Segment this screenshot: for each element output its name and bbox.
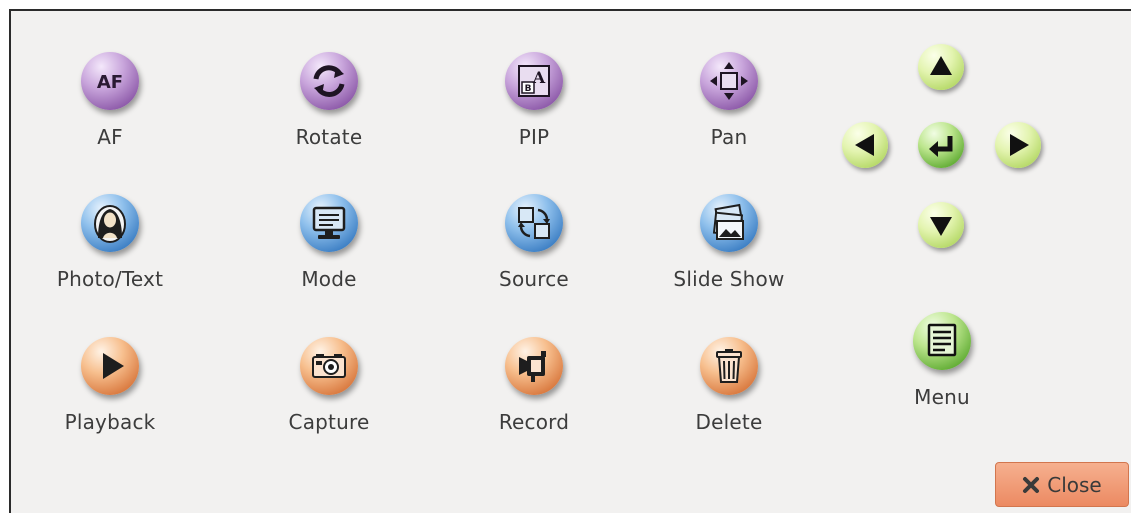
- monitor-icon: [300, 194, 358, 252]
- photo-text-button[interactable]: Photo/Text: [30, 194, 190, 304]
- menu-label: Menu: [914, 385, 970, 409]
- pan-label: Pan: [710, 125, 748, 149]
- enter-icon[interactable]: [918, 122, 964, 168]
- record-label: Record: [498, 410, 570, 434]
- delete-label: Delete: [695, 410, 763, 434]
- photo-stack-icon: [700, 194, 758, 252]
- slide-show-button[interactable]: Slide Show: [649, 194, 809, 304]
- delete-button[interactable]: Delete: [649, 337, 809, 447]
- playback-button[interactable]: Playback: [30, 337, 190, 447]
- menu-list-icon: [913, 312, 971, 370]
- rotate-button[interactable]: Rotate: [249, 52, 409, 162]
- pan-button[interactable]: Pan: [649, 52, 809, 162]
- picture-in-picture-icon: B A: [505, 52, 563, 110]
- play-icon: [81, 337, 139, 395]
- af-button[interactable]: AF AF: [30, 52, 190, 162]
- mode-button[interactable]: Mode: [249, 194, 409, 304]
- playback-label: Playback: [64, 410, 156, 434]
- menu-button[interactable]: Menu: [862, 312, 1022, 422]
- mona-lisa-icon: [81, 194, 139, 252]
- capture-button[interactable]: Capture: [249, 337, 409, 447]
- video-camera-icon: [505, 337, 563, 395]
- record-button[interactable]: Record: [454, 337, 614, 447]
- arrow-up-icon[interactable]: [918, 44, 964, 90]
- af-icon: AF: [81, 52, 139, 110]
- svg-text:A: A: [532, 68, 546, 87]
- slide-show-label: Slide Show: [673, 267, 785, 291]
- svg-text:AF: AF: [97, 72, 123, 93]
- svg-text:B: B: [525, 84, 532, 94]
- rotate-label: Rotate: [295, 125, 363, 149]
- source-label: Source: [499, 267, 569, 291]
- arrow-right-icon[interactable]: [995, 122, 1041, 168]
- close-button[interactable]: Close: [995, 462, 1129, 507]
- pan-move-icon: [700, 52, 758, 110]
- pip-label: PIP: [518, 125, 550, 149]
- arrow-down-icon[interactable]: [918, 202, 964, 248]
- rotate-arrows-icon: [300, 52, 358, 110]
- mode-label: Mode: [301, 267, 357, 291]
- trash-icon: [700, 337, 758, 395]
- camera-icon: [300, 337, 358, 395]
- source-button[interactable]: Source: [454, 194, 614, 304]
- photo-text-label: Photo/Text: [56, 267, 164, 291]
- capture-label: Capture: [288, 410, 370, 434]
- close-label: Close: [1047, 472, 1102, 497]
- source-switch-icon: [505, 194, 563, 252]
- arrow-left-icon[interactable]: [842, 122, 888, 168]
- pip-button[interactable]: B A PIP: [454, 52, 614, 162]
- close-x-icon: [1022, 476, 1040, 494]
- af-label: AF: [97, 125, 123, 149]
